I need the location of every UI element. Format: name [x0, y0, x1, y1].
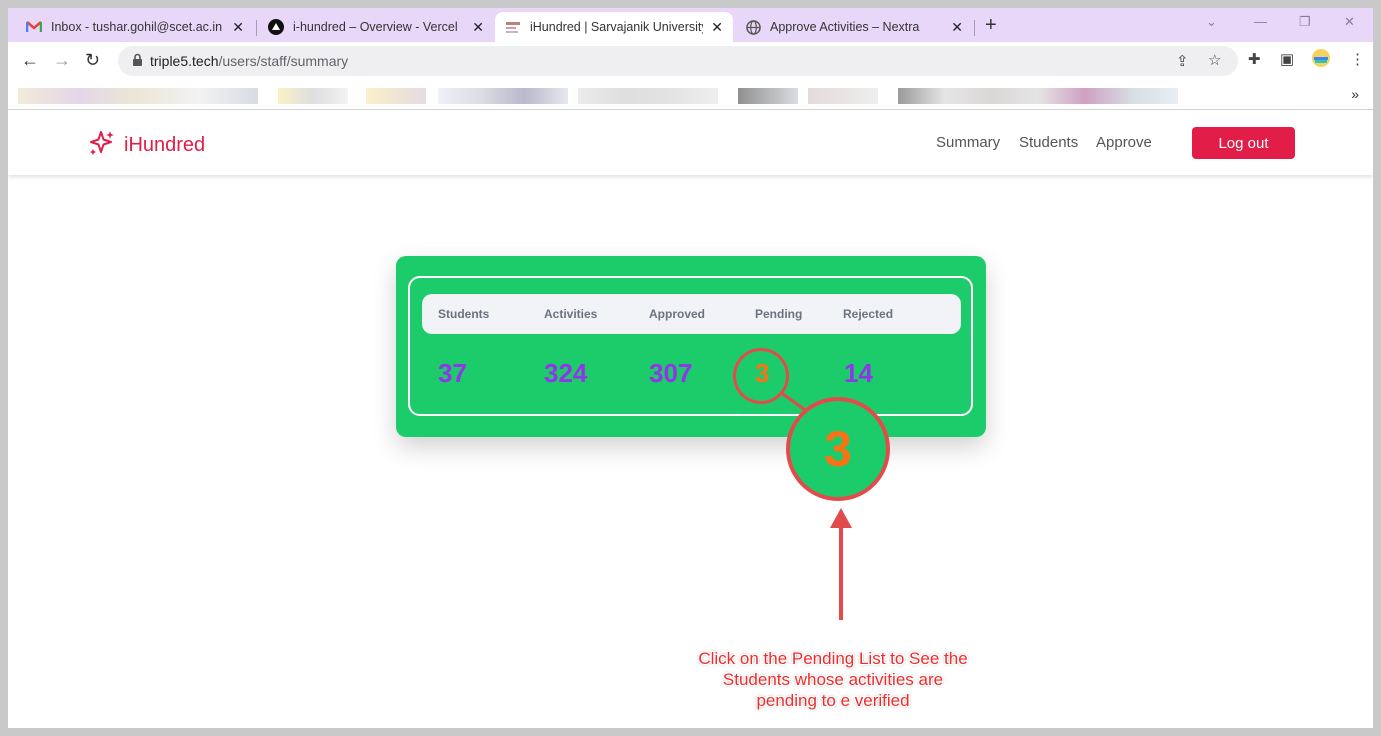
- browser-window: Inbox - tushar.gohil@scet.ac.in - ✕ i-hu…: [8, 8, 1373, 728]
- callout-line: pending to e verified: [756, 691, 910, 710]
- callout-text: Click on the Pending List to See the Stu…: [648, 648, 1018, 711]
- arrow-head-icon: [830, 508, 852, 528]
- zoom-bubble: 3: [786, 397, 890, 501]
- callout-line: Students whose activities are: [722, 670, 944, 689]
- annotation-arrows: [779, 390, 852, 620]
- zoom-value: 3: [824, 421, 852, 477]
- highlight-ring: [733, 348, 789, 404]
- callout-line: Click on the Pending List to See the: [698, 649, 968, 668]
